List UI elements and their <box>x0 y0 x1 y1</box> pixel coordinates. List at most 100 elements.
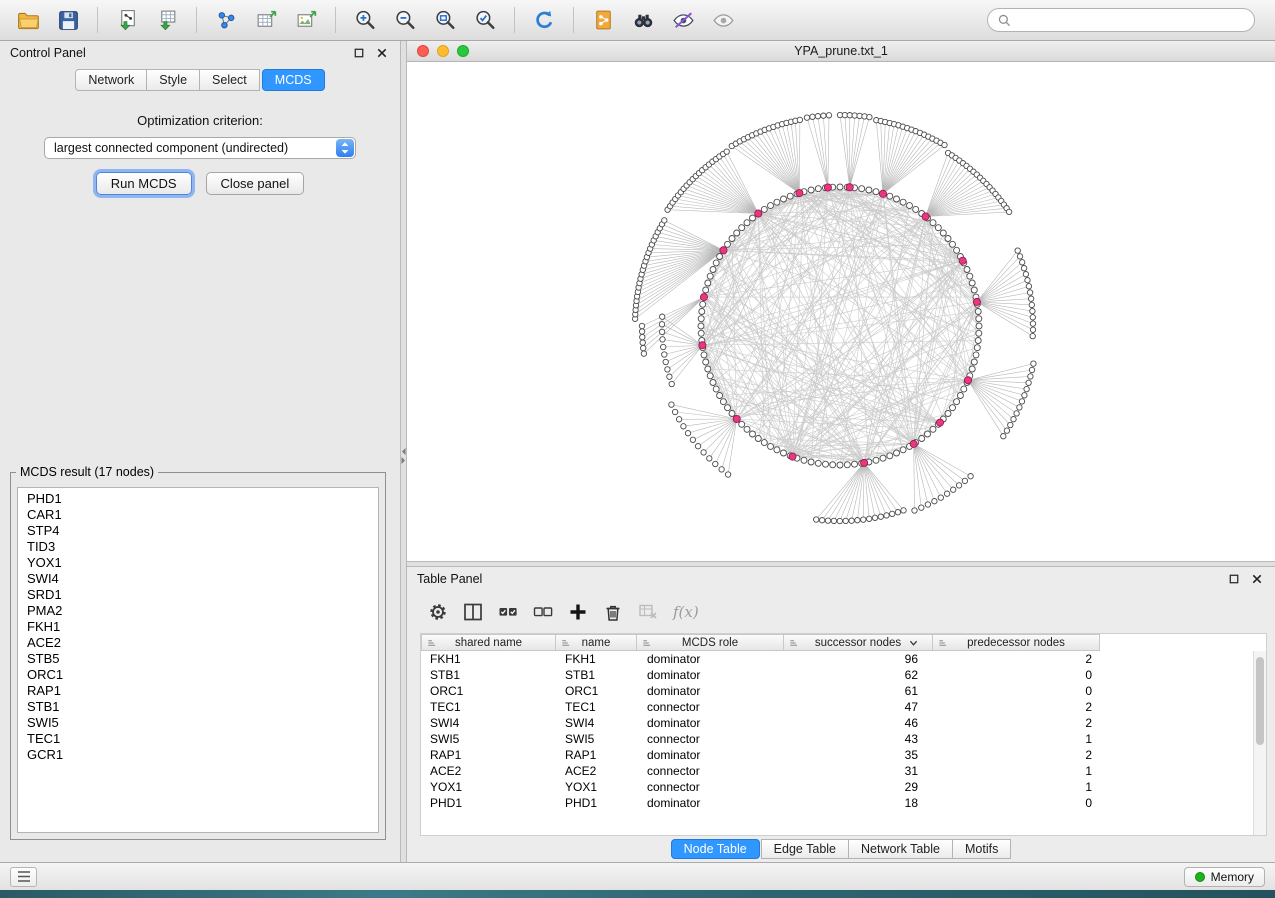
cell[interactable]: ORC1 <box>421 684 556 698</box>
mcds-result-item[interactable]: TEC1 <box>27 731 378 747</box>
hide-selected-button[interactable] <box>665 4 701 36</box>
cell[interactable]: SWI5 <box>421 732 556 746</box>
tab-select[interactable]: Select <box>199 69 260 91</box>
cell[interactable]: 43 <box>786 732 936 746</box>
close-panel-button[interactable]: Close panel <box>206 172 305 195</box>
cell[interactable]: RAP1 <box>421 748 556 762</box>
tab-edge-table[interactable]: Edge Table <box>761 839 849 859</box>
column-header-MCDS-role[interactable]: MCDS role <box>636 634 784 651</box>
save-session-button[interactable] <box>50 4 86 36</box>
cell[interactable]: dominator <box>638 716 786 730</box>
zoom-selected-button[interactable] <box>467 4 503 36</box>
cell[interactable]: connector <box>638 732 786 746</box>
mcds-result-item[interactable]: SRD1 <box>27 587 378 603</box>
cell[interactable]: dominator <box>638 668 786 682</box>
table-row[interactable]: YOX1YOX1connector291 <box>421 779 1266 795</box>
new-network-button[interactable] <box>208 4 244 36</box>
cell[interactable]: SWI4 <box>421 716 556 730</box>
tab-motifs[interactable]: Motifs <box>952 839 1011 859</box>
new-table-button[interactable] <box>248 4 284 36</box>
import-table-button[interactable] <box>149 4 185 36</box>
mcds-result-item[interactable]: ORC1 <box>27 667 378 683</box>
mcds-result-item[interactable]: STB1 <box>27 699 378 715</box>
delete-column-button[interactable] <box>598 597 628 627</box>
tab-style[interactable]: Style <box>146 69 200 91</box>
refresh-button[interactable] <box>526 4 562 36</box>
network-canvas[interactable] <box>407 62 1275 561</box>
memory-button[interactable]: Memory <box>1184 867 1265 887</box>
cell[interactable]: 2 <box>936 652 1104 666</box>
cell[interactable]: connector <box>638 780 786 794</box>
tab-network[interactable]: Network <box>75 69 147 91</box>
cell[interactable]: 2 <box>936 748 1104 762</box>
zoom-out-button[interactable] <box>387 4 423 36</box>
cell[interactable]: SWI4 <box>556 716 638 730</box>
panel-splitter[interactable] <box>400 41 407 862</box>
cell[interactable]: 2 <box>936 700 1104 714</box>
cell[interactable]: connector <box>638 764 786 778</box>
delete-table-button[interactable] <box>633 597 663 627</box>
cell[interactable]: YOX1 <box>421 780 556 794</box>
cell[interactable]: SWI5 <box>556 732 638 746</box>
mcds-result-item[interactable]: GCR1 <box>27 747 378 763</box>
mcds-result-item[interactable]: RAP1 <box>27 683 378 699</box>
cell[interactable]: dominator <box>638 748 786 762</box>
cell[interactable]: 96 <box>786 652 936 666</box>
close-window-button[interactable] <box>417 45 429 57</box>
cell[interactable]: 1 <box>936 764 1104 778</box>
cell[interactable]: 35 <box>786 748 936 762</box>
table-settings-button[interactable] <box>423 597 453 627</box>
table-row[interactable]: ORC1ORC1dominator610 <box>421 683 1266 699</box>
column-header-shared-name[interactable]: shared name <box>421 634 556 651</box>
cell[interactable]: YOX1 <box>556 780 638 794</box>
close-control-panel-button[interactable] <box>374 45 390 61</box>
create-column-button[interactable] <box>563 597 593 627</box>
cell[interactable]: dominator <box>638 684 786 698</box>
cell[interactable]: PHD1 <box>421 796 556 810</box>
mcds-result-item[interactable]: PMA2 <box>27 603 378 619</box>
mcds-result-item[interactable]: TID3 <box>27 539 378 555</box>
optimization-criterion-select[interactable]: largest connected component (undirected) <box>44 137 356 159</box>
minimize-window-button[interactable] <box>437 45 449 57</box>
export-image-button[interactable] <box>288 4 324 36</box>
find-button[interactable] <box>625 4 661 36</box>
zoom-fit-button[interactable] <box>427 4 463 36</box>
cell[interactable]: 47 <box>786 700 936 714</box>
cell[interactable]: 46 <box>786 716 936 730</box>
table-row[interactable]: SWI5SWI5connector431 <box>421 731 1266 747</box>
mcds-result-item[interactable]: ACE2 <box>27 635 378 651</box>
deselect-all-columns-button[interactable] <box>528 597 558 627</box>
column-header-name[interactable]: name <box>555 634 637 651</box>
table-row[interactable]: SWI4SWI4dominator462 <box>421 715 1266 731</box>
cell[interactable]: dominator <box>638 796 786 810</box>
cell[interactable]: ACE2 <box>556 764 638 778</box>
column-header-predecessor-nodes[interactable]: predecessor nodes <box>932 634 1100 651</box>
show-all-button[interactable] <box>705 4 741 36</box>
scrollbar-thumb[interactable] <box>1256 657 1264 745</box>
search-input[interactable] <box>1012 12 1245 28</box>
zoom-in-button[interactable] <box>347 4 383 36</box>
table-row[interactable]: FKH1FKH1dominator962 <box>421 651 1266 667</box>
open-session-button[interactable] <box>10 4 46 36</box>
mcds-result-item[interactable]: SWI5 <box>27 715 378 731</box>
tab-mcds[interactable]: MCDS <box>262 69 325 91</box>
cell[interactable]: FKH1 <box>421 652 556 666</box>
cell[interactable]: 0 <box>936 684 1104 698</box>
mcds-result-item[interactable]: PHD1 <box>27 491 378 507</box>
float-table-panel-button[interactable] <box>1226 571 1242 587</box>
cell[interactable]: ACE2 <box>421 764 556 778</box>
tab-node-table[interactable]: Node Table <box>671 839 760 859</box>
mcds-result-item[interactable]: STP4 <box>27 523 378 539</box>
cell[interactable]: 31 <box>786 764 936 778</box>
zoom-window-button[interactable] <box>457 45 469 57</box>
status-menu-button[interactable] <box>10 867 37 887</box>
cell[interactable]: 0 <box>936 796 1104 810</box>
table-row[interactable]: ACE2ACE2connector311 <box>421 763 1266 779</box>
mcds-result-item[interactable]: CAR1 <box>27 507 378 523</box>
cell[interactable]: TEC1 <box>421 700 556 714</box>
cell[interactable]: 1 <box>936 780 1104 794</box>
tab-network-table[interactable]: Network Table <box>848 839 953 859</box>
cell[interactable]: 61 <box>786 684 936 698</box>
function-builder-button[interactable]: f(x) <box>668 597 708 627</box>
cell[interactable]: 62 <box>786 668 936 682</box>
